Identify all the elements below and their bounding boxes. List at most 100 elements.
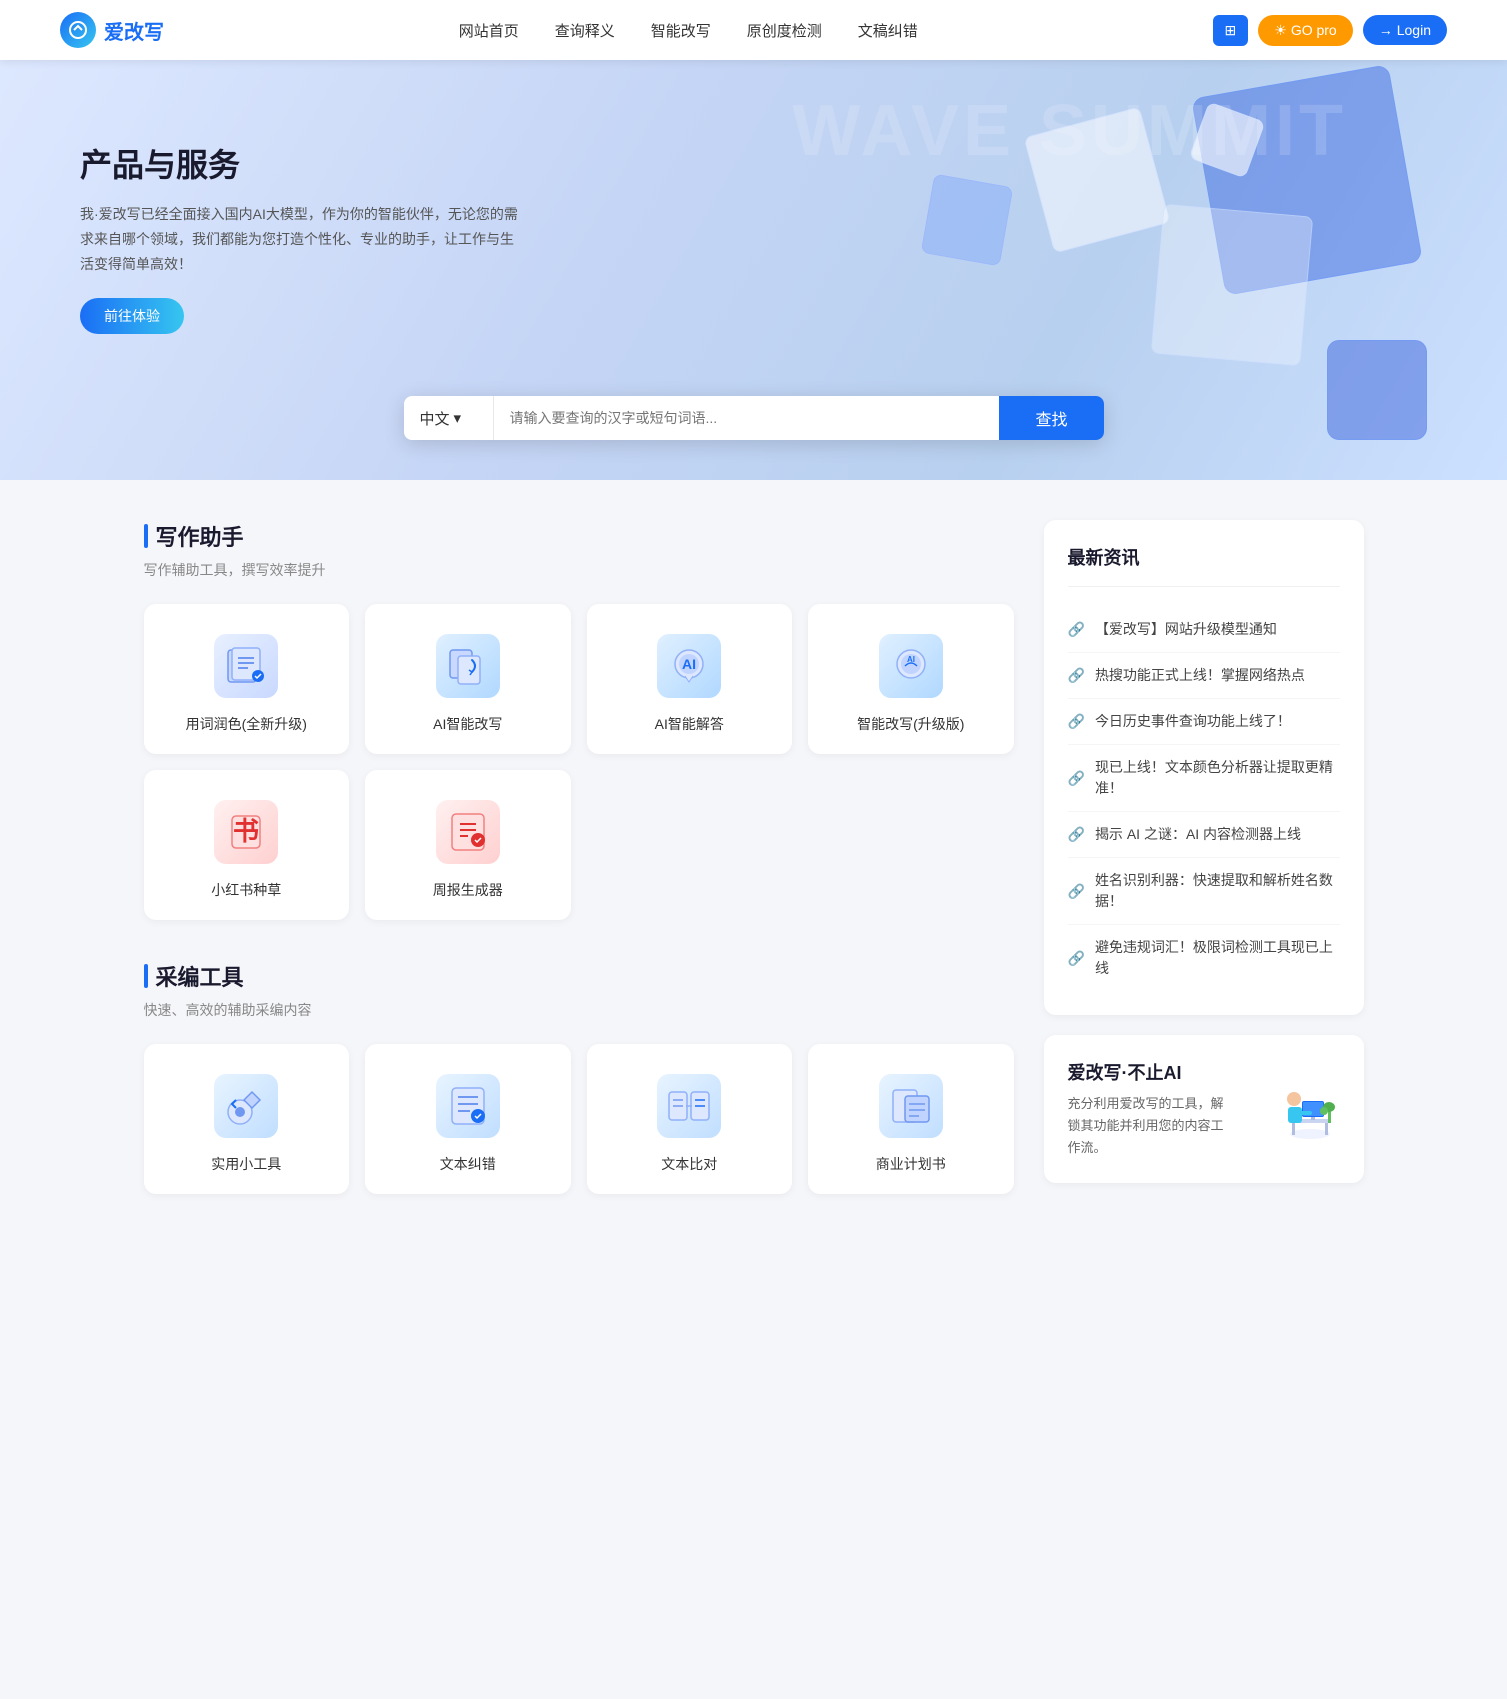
- main-nav: 网站首页 查询释义 智能改写 原创度检测 文稿纠错: [459, 20, 918, 41]
- tool-xiaohongshu[interactable]: 书 小红书种草: [144, 770, 350, 920]
- hero-desc: 我·爱改写已经全面接入国内AI大模型，作为你的智能伙伴，无论您的需求来自哪个领域…: [80, 202, 520, 278]
- search-input[interactable]: [494, 396, 1000, 440]
- promo-text: 爱改写·不止AI 充分利用爱改写的工具，解锁其功能并利用您的内容工作流。: [1068, 1059, 1234, 1159]
- hero-title: 产品与服务: [80, 140, 520, 186]
- tool-text-proofread[interactable]: 文本纠错: [365, 1044, 571, 1194]
- logo-icon: [60, 12, 96, 48]
- link-icon-5: 🔗: [1068, 883, 1085, 900]
- nav-rewrite[interactable]: 智能改写: [651, 20, 711, 41]
- news-item-3[interactable]: 🔗 现已上线！文本颜色分析器让提取更精准！: [1068, 745, 1340, 812]
- news-item-4[interactable]: 🔗 揭示 AI 之谜：AI 内容检测器上线: [1068, 812, 1340, 858]
- business-plan-icon: [879, 1074, 943, 1138]
- xiaohongshu-icon: 书: [214, 800, 278, 864]
- word-color-icon: [214, 634, 278, 698]
- business-plan-label: 商业计划书: [824, 1154, 998, 1174]
- caibiantools-grid: 实用小工具 文本纠错: [144, 1044, 1014, 1194]
- login-icon: →: [1379, 22, 1393, 38]
- tool-ai-answer[interactable]: AI AI智能解答: [587, 604, 793, 754]
- promo-title: 爱改写·不止AI: [1068, 1059, 1234, 1085]
- svg-text:书: 书: [233, 816, 259, 846]
- link-icon-6: 🔗: [1068, 950, 1085, 967]
- hero-section: WAVE SUMMIT 产品与服务 我·爱改写已经全面接入国内AI大模型，作为你…: [0, 60, 1507, 480]
- caibiantools-subtitle: 快速、高效的辅助采编内容: [144, 1000, 1014, 1020]
- nav-query[interactable]: 查询释义: [555, 20, 615, 41]
- hero-content: 产品与服务 我·爱改写已经全面接入国内AI大模型，作为你的智能伙伴，无论您的需求…: [0, 60, 600, 334]
- promo-card: 爱改写·不止AI 充分利用爱改写的工具，解锁其功能并利用您的内容工作流。: [1044, 1035, 1364, 1183]
- link-icon-4: 🔗: [1068, 826, 1085, 843]
- tool-utility[interactable]: 实用小工具: [144, 1044, 350, 1194]
- link-icon-0: 🔗: [1068, 621, 1085, 638]
- news-text-0: 【爱改写】网站升级模型通知: [1095, 619, 1277, 640]
- weekly-report-icon: [436, 800, 500, 864]
- news-item-6[interactable]: 🔗 避免违规词汇！极限词检测工具现已上线: [1068, 925, 1340, 991]
- tool-smart-rewrite[interactable]: AI 智能改写(升级版): [808, 604, 1014, 754]
- search-section: 中文 ▾ 查找: [404, 396, 1104, 440]
- promo-desc: 充分利用爱改写的工具，解锁其功能并利用您的内容工作流。: [1068, 1093, 1234, 1159]
- news-title: 最新资讯: [1068, 544, 1340, 587]
- text-compare-icon: [657, 1074, 721, 1138]
- writing-section-title: 写作助手: [144, 520, 1014, 552]
- news-item-1[interactable]: 🔗 热搜功能正式上线！掌握网络热点: [1068, 653, 1340, 699]
- logo-text: 爱改写: [104, 16, 164, 45]
- news-text-5: 姓名识别利器：快速提取和解析姓名数据！: [1095, 870, 1340, 912]
- search-button[interactable]: 查找: [999, 396, 1103, 440]
- word-color-label: 用词润色(全新升级): [160, 714, 334, 734]
- writing-section: 写作助手 写作辅助工具，撰写效率提升: [144, 520, 1014, 920]
- left-panel: 写作助手 写作辅助工具，撰写效率提升: [144, 520, 1014, 1234]
- search-lang-selector[interactable]: 中文 ▾: [404, 396, 494, 440]
- text-proofread-icon: [436, 1074, 500, 1138]
- logo[interactable]: 爱改写: [60, 12, 164, 48]
- caibiantools-section-title: 采编工具: [144, 960, 1014, 992]
- xiaohongshu-label: 小红书种草: [160, 880, 334, 900]
- link-icon-2: 🔗: [1068, 713, 1085, 730]
- hero-cta-button[interactable]: 前往体验: [80, 298, 184, 334]
- nav-original[interactable]: 原创度检测: [747, 20, 822, 41]
- link-icon-3: 🔗: [1068, 770, 1085, 787]
- wave-text: WAVE SUMMIT: [792, 90, 1347, 172]
- tool-ai-rewrite[interactable]: AI智能改写: [365, 604, 571, 754]
- nav-proofread[interactable]: 文稿纠错: [858, 20, 918, 41]
- writing-subtitle: 写作辅助工具，撰写效率提升: [144, 560, 1014, 580]
- tool-business-plan[interactable]: 商业计划书: [808, 1044, 1014, 1194]
- hero-deco-2: [921, 174, 1014, 267]
- caibiantools-section: 采编工具 快速、高效的辅助采编内容 实用小工具: [144, 960, 1014, 1194]
- utility-icon: [214, 1074, 278, 1138]
- main-content: 写作助手 写作辅助工具，撰写效率提升: [104, 520, 1404, 1234]
- writing-tools-grid: 用词润色(全新升级) AI智能改写: [144, 604, 1014, 920]
- tool-weekly-report[interactable]: 周报生成器: [365, 770, 571, 920]
- link-icon-1: 🔗: [1068, 667, 1085, 684]
- chevron-down-icon: ▾: [454, 409, 462, 427]
- ai-answer-label: AI智能解答: [603, 714, 777, 734]
- tool-word-color[interactable]: 用词润色(全新升级): [144, 604, 350, 754]
- title-bar: [144, 524, 148, 548]
- news-text-3: 现已上线！文本颜色分析器让提取更精准！: [1095, 757, 1340, 799]
- text-proofread-label: 文本纠错: [381, 1154, 555, 1174]
- hero-deco-4: [1151, 204, 1314, 367]
- tool-text-compare[interactable]: 文本比对: [587, 1044, 793, 1194]
- header: 爱改写 网站首页 查询释义 智能改写 原创度检测 文稿纠错 ⊞ ☀ GO pro…: [0, 0, 1507, 60]
- promo-image: [1250, 1059, 1340, 1154]
- text-compare-label: 文本比对: [603, 1154, 777, 1174]
- news-card: 最新资讯 🔗 【爱改写】网站升级模型通知 🔗 热搜功能正式上线！掌握网络热点 🔗…: [1044, 520, 1364, 1015]
- ai-answer-icon: AI: [657, 634, 721, 698]
- smart-rewrite-label: 智能改写(升级版): [824, 714, 998, 734]
- weekly-report-label: 周报生成器: [381, 880, 555, 900]
- nav-home[interactable]: 网站首页: [459, 20, 519, 41]
- header-buttons: ⊞ ☀ GO pro → Login: [1213, 15, 1447, 46]
- grid-button[interactable]: ⊞: [1213, 15, 1249, 46]
- right-panel: 最新资讯 🔗 【爱改写】网站升级模型通知 🔗 热搜功能正式上线！掌握网络热点 🔗…: [1044, 520, 1364, 1234]
- smart-rewrite-icon: AI: [879, 634, 943, 698]
- ai-rewrite-icon: [436, 634, 500, 698]
- news-item-0[interactable]: 🔗 【爱改写】网站升级模型通知: [1068, 607, 1340, 653]
- ai-rewrite-label: AI智能改写: [381, 714, 555, 734]
- go-pro-button[interactable]: ☀ GO pro: [1258, 15, 1352, 46]
- title-bar-2: [144, 964, 148, 988]
- news-text-4: 揭示 AI 之谜：AI 内容检测器上线: [1095, 824, 1301, 845]
- login-button[interactable]: → Login: [1363, 15, 1447, 45]
- news-text-6: 避免违规词汇！极限词检测工具现已上线: [1095, 937, 1340, 979]
- news-item-5[interactable]: 🔗 姓名识别利器：快速提取和解析姓名数据！: [1068, 858, 1340, 925]
- news-text-1: 热搜功能正式上线！掌握网络热点: [1095, 665, 1305, 686]
- utility-label: 实用小工具: [160, 1154, 334, 1174]
- svg-text:AI: AI: [682, 656, 696, 672]
- news-item-2[interactable]: 🔗 今日历史事件查询功能上线了！: [1068, 699, 1340, 745]
